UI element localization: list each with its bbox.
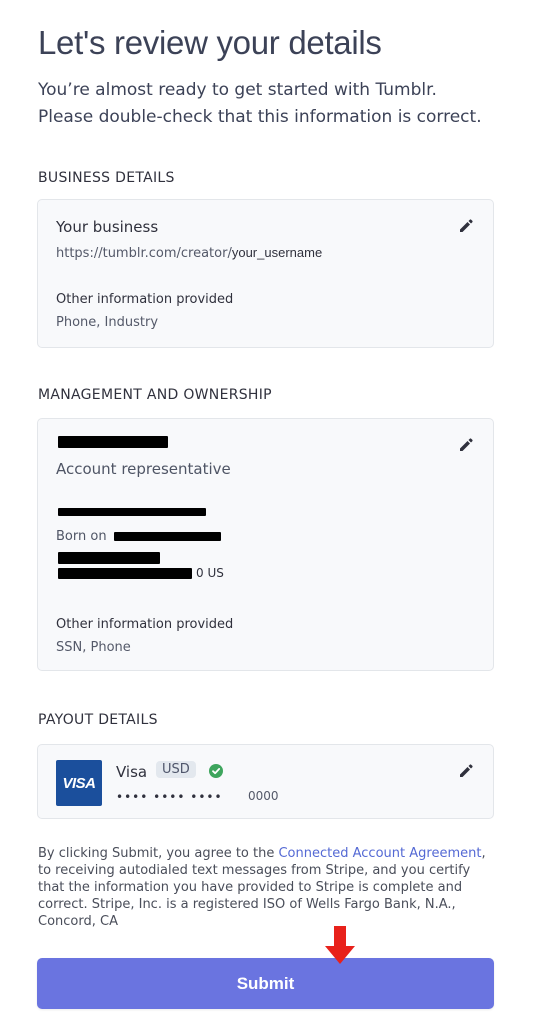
page-subtitle: You’re almost ready to get started with …: [38, 77, 508, 131]
check-circle-icon: [209, 764, 223, 778]
business-other-info-label: Other information provided: [56, 292, 234, 307]
management-other-info-value: SSN, Phone: [56, 640, 131, 655]
masked-card-number: •••• •••• ••••: [116, 790, 223, 804]
redacted-address-line-2: [58, 568, 192, 579]
subtitle-line-1: You’re almost ready to get started with …: [38, 80, 437, 100]
pencil-icon[interactable]: [458, 437, 474, 453]
visa-logo: VISA: [56, 760, 102, 806]
business-section-label: BUSINESS DETAILS: [38, 170, 175, 186]
account-role: Account representative: [56, 460, 231, 478]
business-url-prefix: https://tumblr.com/creator/: [56, 246, 232, 261]
business-name: Your business: [56, 218, 159, 236]
card-last4: 0000: [248, 789, 279, 803]
redacted-birthdate: [114, 532, 221, 541]
born-on-label: Born on: [56, 529, 107, 544]
redacted-name: [58, 436, 168, 448]
legal-disclaimer: By clicking Submit, you agree to the Con…: [38, 845, 500, 930]
subtitle-line-2: Please double-check that this informatio…: [38, 107, 482, 127]
management-card: Account representative Born on 0 US Othe…: [37, 418, 494, 671]
card-brand: Visa: [116, 763, 148, 781]
payout-card: VISA Visa USD •••• •••• •••• 0000: [37, 744, 494, 819]
management-section-label: MANAGEMENT AND OWNERSHIP: [38, 387, 272, 403]
pencil-icon[interactable]: [458, 218, 474, 234]
payout-section-label: PAYOUT DETAILS: [38, 712, 158, 728]
currency-badge: USD: [156, 761, 196, 778]
business-url: https://tumblr.com/creator/your_username: [56, 242, 322, 261]
legal-text-start: By clicking Submit, you agree to the: [38, 846, 279, 861]
business-details-card: Your business https://tumblr.com/creator…: [37, 199, 494, 348]
redacted-email: [58, 508, 206, 516]
address-country: 0 US: [196, 566, 224, 580]
business-url-username: your_username: [231, 245, 323, 260]
submit-button[interactable]: Submit: [37, 958, 494, 1009]
business-other-info-value: Phone, Industry: [56, 315, 159, 330]
management-other-info-label: Other information provided: [56, 617, 234, 632]
page-title: Let's review your details: [38, 24, 382, 61]
pencil-icon[interactable]: [458, 763, 474, 779]
connected-account-agreement-link[interactable]: Connected Account Agreement: [278, 846, 481, 861]
arrow-down-icon: [325, 926, 355, 968]
redacted-address-line-1: [58, 552, 160, 564]
